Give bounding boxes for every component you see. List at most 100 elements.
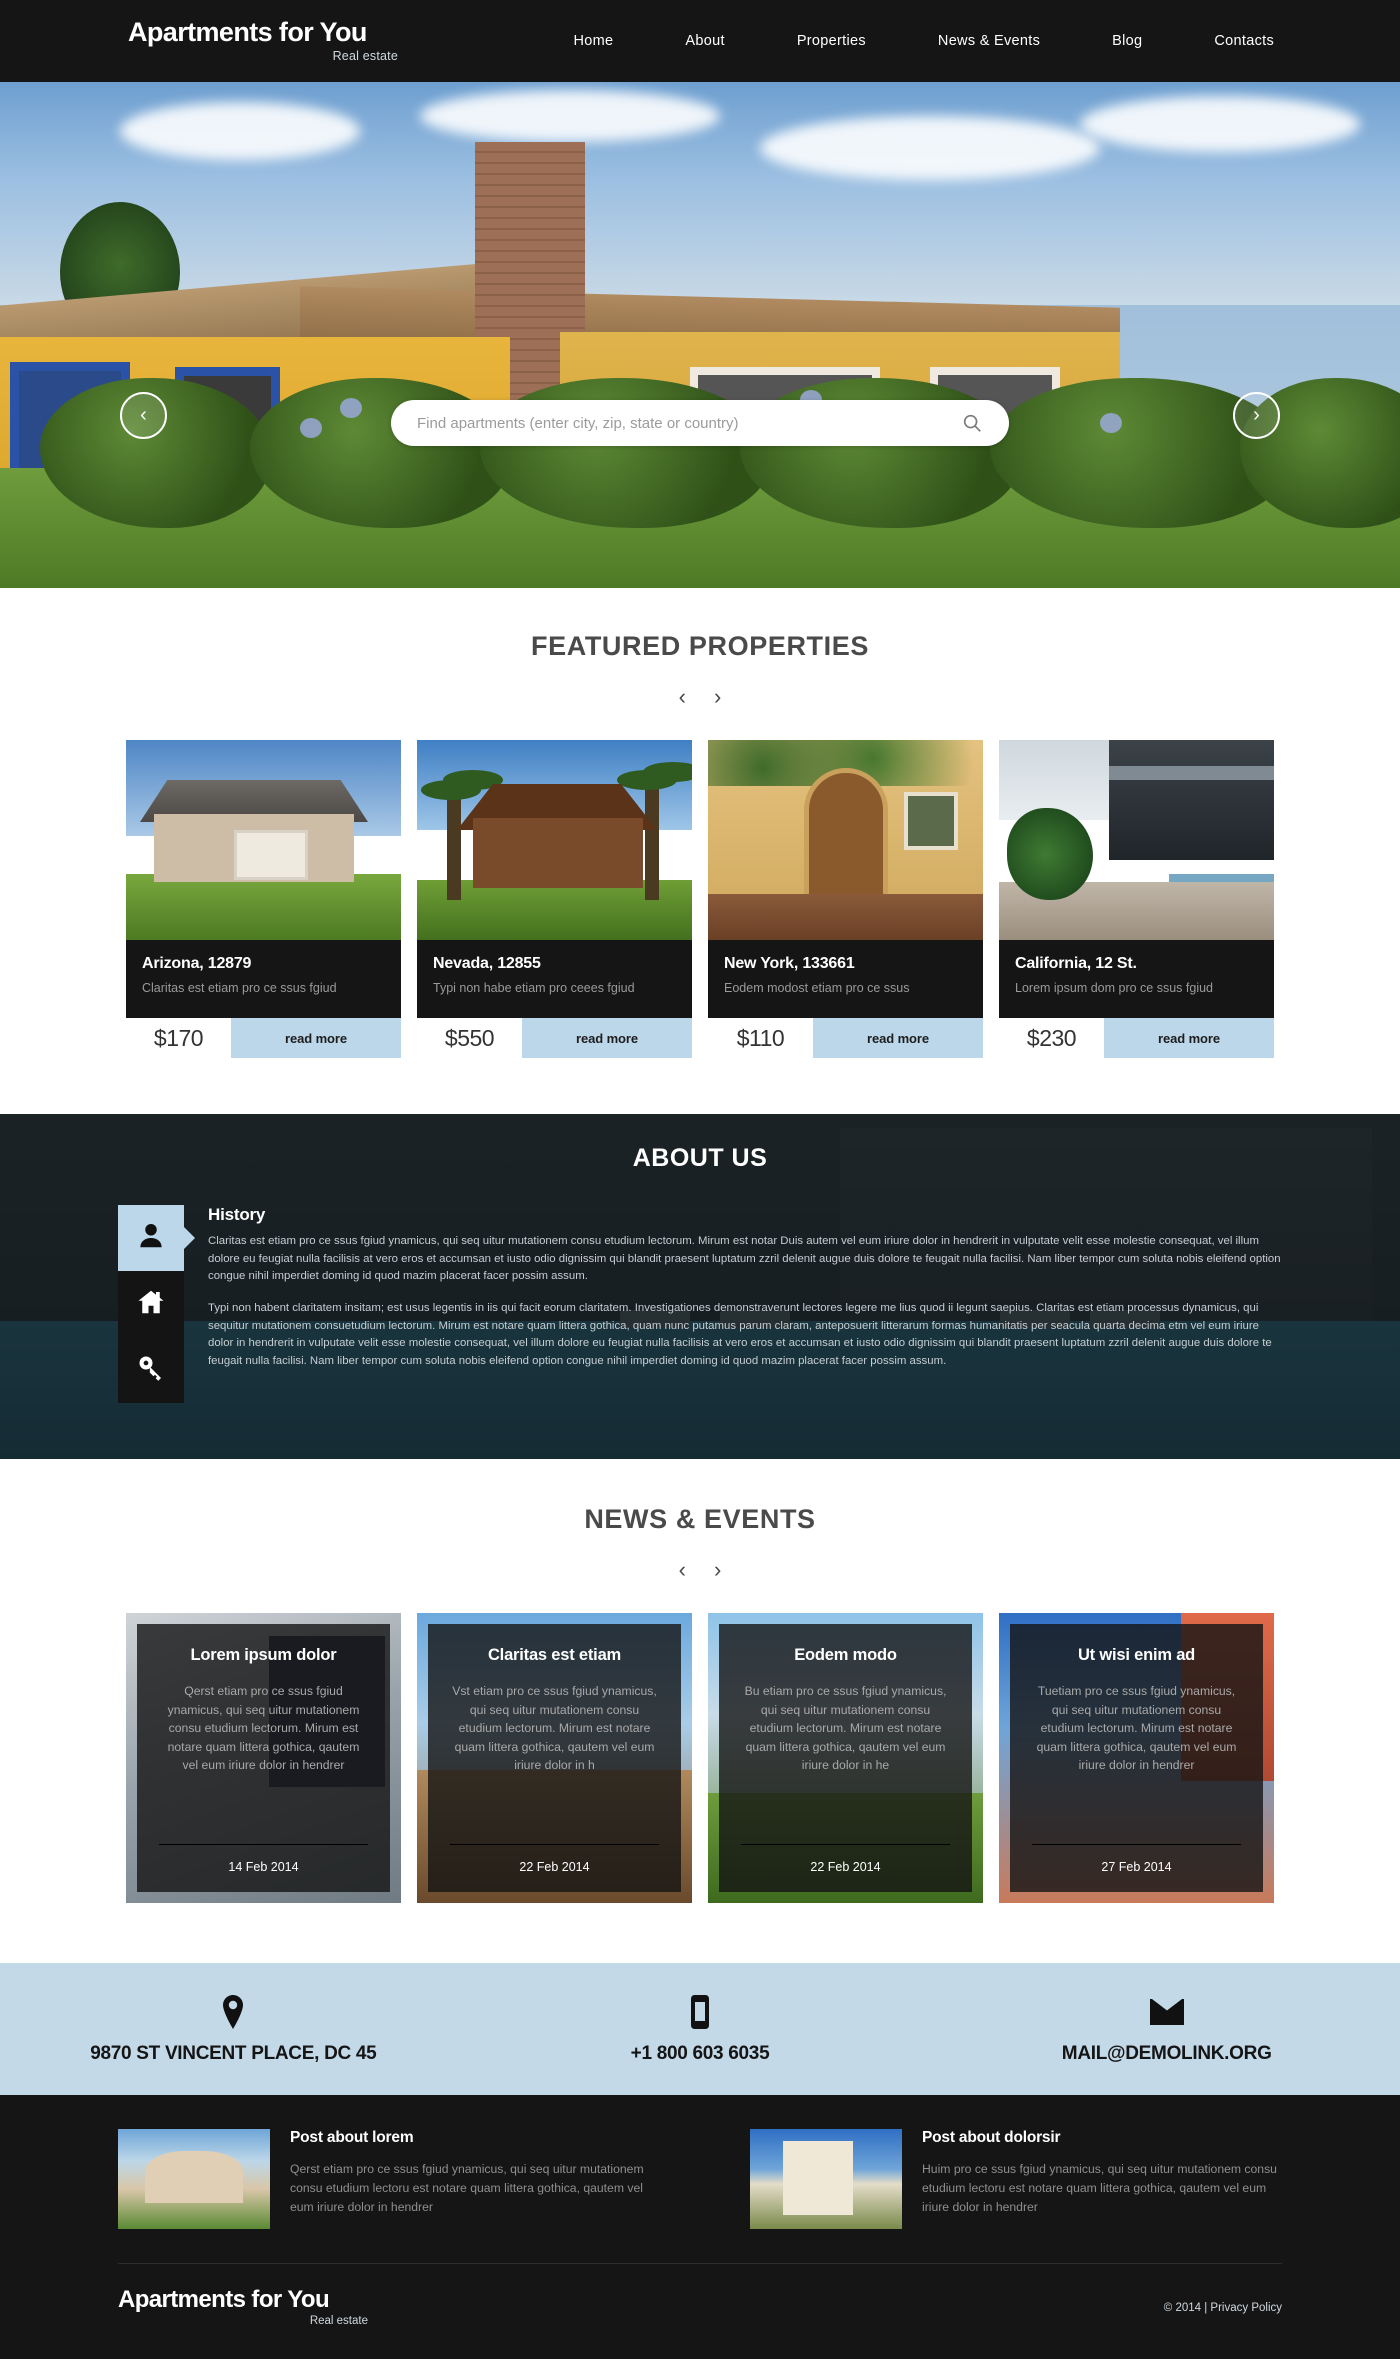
- property-card[interactable]: Nevada, 12855 Typi non habe etiam pro ce…: [417, 740, 692, 1058]
- news-card-text: Vst etiam pro ce ssus fgiud ynamicus, qu…: [452, 1684, 657, 1773]
- news-events-section: NEWS & EVENTS ‹ › Lorem ipsum dolor Qers…: [0, 1459, 1400, 1963]
- about-paragraph-1: Claritas est etiam pro ce ssus fgiud yna…: [208, 1235, 1281, 1283]
- property-search-bar: [391, 400, 1009, 446]
- footer-post[interactable]: Post about dolorsir Huim pro ce ssus fgi…: [700, 2129, 1282, 2229]
- search-input[interactable]: [417, 414, 961, 432]
- featured-carousel-controls: ‹ ›: [0, 686, 1400, 708]
- footer-post-title: Post about dolorsir: [922, 2129, 1061, 2146]
- footer-copyright[interactable]: © 2014 | Privacy Policy: [1164, 2302, 1282, 2314]
- news-card-text: Tuetiam pro ce ssus fgiud ynamicus, qui …: [1036, 1684, 1237, 1773]
- property-read-more-button[interactable]: read more: [231, 1018, 401, 1058]
- property-image: [126, 740, 401, 940]
- property-footer: $110 read more: [708, 1018, 983, 1058]
- nav-item-properties[interactable]: Properties: [761, 33, 902, 49]
- property-title: California, 12 St.: [1015, 955, 1137, 972]
- property-price: $170: [153, 1024, 204, 1051]
- footer-post-text: Qerst etiam pro ce ssus fgiud ynamicus, …: [290, 2162, 644, 2214]
- home-icon: [136, 1287, 166, 1322]
- news-card[interactable]: Lorem ipsum dolor Qerst etiam pro ce ssu…: [126, 1613, 401, 1903]
- about-text-panel: History Claritas est etiam pro ce ssus f…: [208, 1205, 1282, 1403]
- nav-item-about[interactable]: About: [649, 33, 760, 49]
- property-title: New York, 133661: [724, 955, 855, 972]
- envelope-icon: [933, 1993, 1400, 2031]
- property-info: Nevada, 12855 Typi non habe etiam pro ce…: [417, 940, 692, 1018]
- property-read-more-button[interactable]: read more: [522, 1018, 692, 1058]
- hero-slider: ‹ ›: [0, 82, 1400, 588]
- about-tab-key[interactable]: [118, 1337, 184, 1403]
- about-tab-icons: [118, 1205, 195, 1403]
- key-icon: [136, 1353, 166, 1388]
- news-card-title: Lorem ipsum dolor: [190, 1646, 337, 1664]
- contact-bar: 9870 ST VINCENT PLACE, DC 45 +1 800 603 …: [0, 1963, 1400, 2095]
- contact-email[interactable]: MAIL@DEMOLINK.ORG: [933, 2043, 1400, 2065]
- contact-phone-block: +1 800 603 6035: [467, 1993, 934, 2065]
- hero-next-button[interactable]: ›: [1233, 392, 1280, 439]
- nav-item-news-events[interactable]: News & Events: [902, 33, 1076, 49]
- property-card[interactable]: California, 12 St. Lorem ipsum dom pro c…: [999, 740, 1274, 1058]
- footer-logo[interactable]: Apartments for You Real estate: [118, 2286, 368, 2328]
- chevron-right-icon: ›: [1253, 404, 1260, 426]
- news-card[interactable]: Claritas est etiam Vst etiam pro ce ssus…: [417, 1613, 692, 1903]
- footer-post-title: Post about lorem: [290, 2129, 414, 2146]
- search-icon[interactable]: [961, 412, 983, 434]
- news-card-list: Lorem ipsum dolor Qerst etiam pro ce ssu…: [0, 1613, 1400, 1903]
- hero-background-image: [0, 82, 1400, 588]
- chevron-left-icon: ‹: [140, 404, 147, 426]
- property-footer: $230 read more: [999, 1018, 1274, 1058]
- featured-next-button[interactable]: ›: [714, 686, 721, 708]
- news-next-button[interactable]: ›: [714, 1559, 721, 1581]
- property-read-more-button[interactable]: read more: [813, 1018, 983, 1058]
- logo-subtitle: Real estate: [332, 49, 398, 63]
- property-info: New York, 133661 Eodem modost etiam pro …: [708, 940, 983, 1018]
- news-card-title: Eodem modo: [794, 1646, 897, 1664]
- mobile-phone-icon: [467, 1993, 934, 2031]
- main-navigation: Home About Properties News & Events Blog…: [574, 33, 1310, 49]
- nav-item-blog[interactable]: Blog: [1076, 33, 1178, 49]
- property-image: [999, 740, 1274, 940]
- news-card[interactable]: Ut wisi enim ad Tuetiam pro ce ssus fgiu…: [999, 1613, 1274, 1903]
- featured-properties-section: FEATURED PROPERTIES ‹ › Arizona, 12879 C…: [0, 588, 1400, 1114]
- about-tab-home[interactable]: [118, 1271, 184, 1337]
- featured-prev-button[interactable]: ‹: [679, 686, 686, 708]
- news-card[interactable]: Eodem modo Bu etiam pro ce ssus fgiud yn…: [708, 1613, 983, 1903]
- property-description: Claritas est etiam pro ce ssus fgiud: [142, 981, 337, 995]
- nav-item-home[interactable]: Home: [574, 33, 650, 49]
- contact-phone[interactable]: +1 800 603 6035: [467, 2043, 934, 2065]
- property-info: California, 12 St. Lorem ipsum dom pro c…: [999, 940, 1274, 1018]
- news-card-date: 22 Feb 2014: [810, 1860, 881, 1874]
- site-header: Apartments for You Real estate Home Abou…: [0, 0, 1400, 82]
- featured-card-list: Arizona, 12879 Claritas est etiam pro ce…: [0, 740, 1400, 1058]
- property-price: $110: [736, 1024, 785, 1051]
- contact-address-block: 9870 ST VINCENT PLACE, DC 45: [0, 1993, 467, 2065]
- contact-address[interactable]: 9870 ST VINCENT PLACE, DC 45: [0, 2043, 467, 2065]
- property-description: Typi non habe etiam pro ceees fgiud: [433, 981, 635, 995]
- property-image: [417, 740, 692, 940]
- about-us-section: ABOUT US History Claritas est etiam pro …: [0, 1114, 1400, 1459]
- location-pin-icon: [0, 1993, 467, 2031]
- property-card[interactable]: Arizona, 12879 Claritas est etiam pro ce…: [126, 740, 401, 1058]
- property-read-more-button[interactable]: read more: [1104, 1018, 1274, 1058]
- about-tab-person[interactable]: [118, 1205, 195, 1271]
- footer-logo-title: Apartments for You: [118, 2286, 330, 2313]
- hero-prev-button[interactable]: ‹: [120, 392, 167, 439]
- footer-post-text: Huim pro ce ssus fgiud ynamicus, qui seq…: [922, 2162, 1277, 2214]
- nav-item-contacts[interactable]: Contacts: [1178, 33, 1310, 49]
- contact-email-block: MAIL@DEMOLINK.ORG: [933, 1993, 1400, 2065]
- news-card-text: Qerst etiam pro ce ssus fgiud ynamicus, …: [167, 1684, 360, 1773]
- site-footer: Post about lorem Qerst etiam pro ce ssus…: [0, 2095, 1400, 2359]
- property-title: Nevada, 12855: [433, 955, 541, 972]
- property-card[interactable]: New York, 133661 Eodem modost etiam pro …: [708, 740, 983, 1058]
- property-image: [708, 740, 983, 940]
- footer-logo-subtitle: Real estate: [309, 2315, 368, 2327]
- about-heading: History: [208, 1205, 266, 1224]
- news-prev-button[interactable]: ‹: [679, 1559, 686, 1581]
- news-title: NEWS & EVENTS: [584, 1504, 816, 1534]
- property-price: $230: [1026, 1024, 1077, 1051]
- footer-post[interactable]: Post about lorem Qerst etiam pro ce ssus…: [118, 2129, 700, 2229]
- footer-posts: Post about lorem Qerst etiam pro ce ssus…: [0, 2129, 1400, 2229]
- property-price: $550: [444, 1024, 495, 1051]
- property-title: Arizona, 12879: [142, 955, 252, 972]
- site-logo[interactable]: Apartments for You Real estate: [128, 19, 398, 64]
- news-card-title: Claritas est etiam: [487, 1646, 622, 1664]
- news-card-date: 14 Feb 2014: [228, 1860, 299, 1874]
